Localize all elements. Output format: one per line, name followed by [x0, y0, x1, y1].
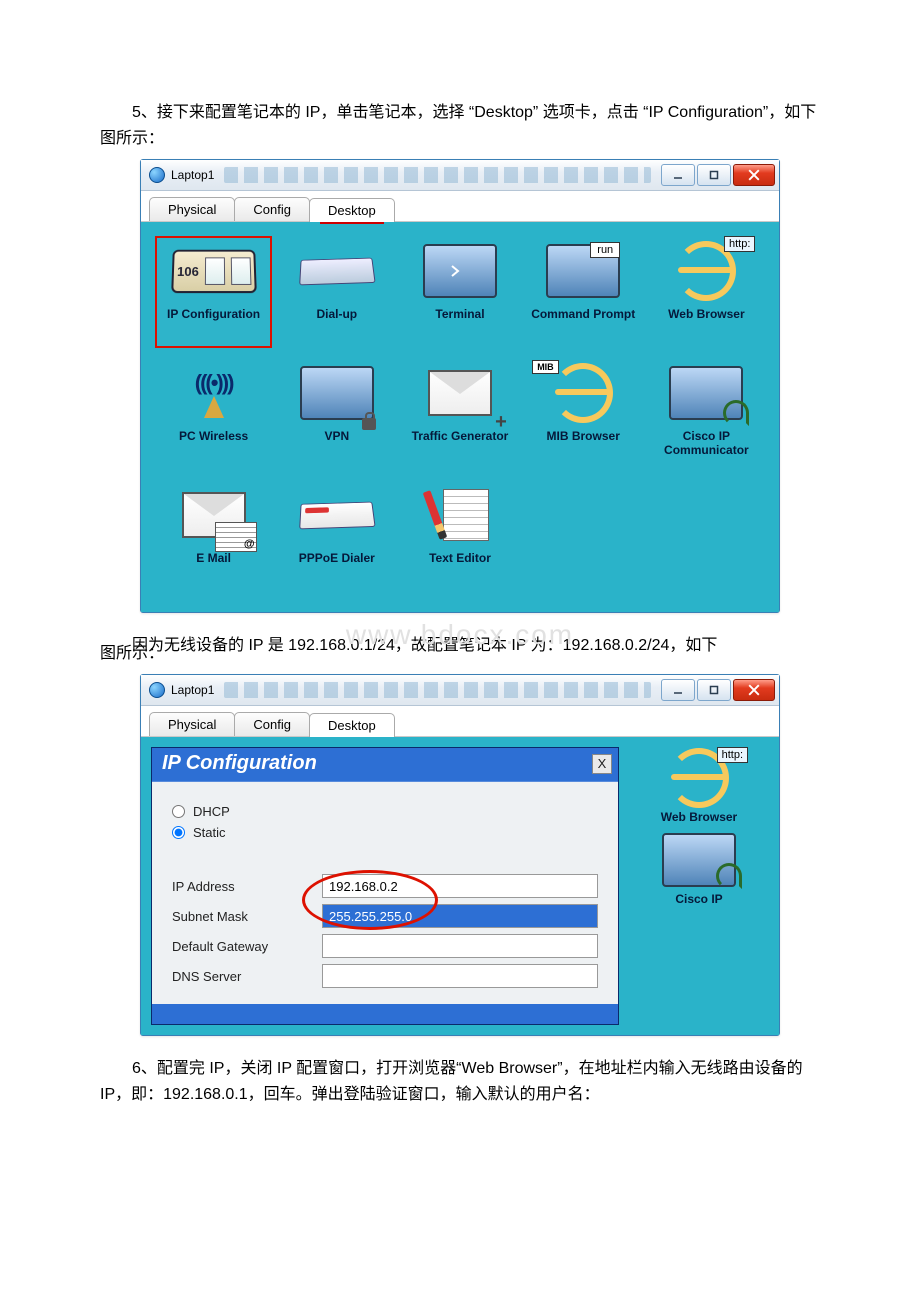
- tab-desktop[interactable]: Desktop: [309, 198, 395, 222]
- app-terminal[interactable]: Terminal: [401, 236, 518, 348]
- http-label: http:: [717, 747, 748, 763]
- tab-bar: Physical Config Desktop: [141, 706, 779, 737]
- tab-desktop[interactable]: Desktop: [309, 713, 395, 737]
- close-button[interactable]: [733, 679, 775, 701]
- wireless-icon: (((•))): [169, 358, 259, 428]
- http-label: http:: [724, 236, 755, 252]
- paragraph-6: 6、配置完 IP，关闭 IP 配置窗口，打开浏览器“Web Browser”，在…: [100, 1056, 820, 1107]
- app-label: Cisco IP: [675, 893, 722, 907]
- mib-browser-icon: MIB: [538, 358, 628, 428]
- web-browser-icon: http:: [661, 236, 751, 306]
- minimize-button[interactable]: [661, 164, 695, 186]
- paragraph-5: 5、接下来配置笔记本的 IP，单击笔记本，选择 “Desktop” 选项卡，点击…: [100, 100, 820, 151]
- modem-icon: [292, 236, 382, 306]
- dns-server-label: DNS Server: [172, 969, 322, 984]
- app-label: IP Configuration: [167, 308, 260, 322]
- ip-address-label: IP Address: [172, 879, 322, 894]
- terminal-icon: [415, 236, 505, 306]
- minimize-button[interactable]: [661, 679, 695, 701]
- window-title: Laptop1: [171, 168, 214, 182]
- email-icon: @: [169, 480, 259, 550]
- static-radio[interactable]: [172, 826, 185, 839]
- app-label: MIB Browser: [547, 430, 620, 444]
- ip-configuration-icon: 106: [169, 236, 259, 306]
- run-label: run: [590, 242, 620, 258]
- paragraph-ip-note-a: 因为无线设备的 IP 是 192.168.0.1/24，故配置笔记本 IP 为：…: [100, 633, 820, 659]
- subnet-mask-input[interactable]: [322, 904, 598, 928]
- mib-tag: MIB: [532, 360, 559, 374]
- app-cisco-ip-communicator[interactable]: Cisco IP Communicator: [648, 358, 765, 470]
- app-pppoe-dialer[interactable]: PPPoE Dialer: [278, 480, 395, 592]
- subnet-mask-label: Subnet Mask: [172, 909, 322, 924]
- ip-address-input[interactable]: [322, 874, 598, 898]
- dhcp-radio[interactable]: [172, 805, 185, 818]
- app-traffic-generator[interactable]: + Traffic Generator: [401, 358, 518, 470]
- tab-config[interactable]: Config: [234, 712, 310, 736]
- app-web-browser[interactable]: http: Web Browser: [648, 236, 765, 348]
- app-label: Web Browser: [668, 308, 744, 322]
- app-dial-up[interactable]: Dial-up: [278, 236, 395, 348]
- cisco-ip-communicator-icon: [654, 829, 744, 891]
- app-mib-browser[interactable]: MIB MIB Browser: [525, 358, 642, 470]
- side-tiles: http: Web Browser Cisco IP: [629, 747, 769, 1025]
- default-gateway-label: Default Gateway: [172, 939, 322, 954]
- app-ip-configuration[interactable]: 106 IP Configuration: [155, 236, 272, 348]
- laptop1-window-desktop: Laptop1 Physical Config Desktop 106 IP C…: [140, 159, 780, 613]
- app-vpn[interactable]: VPN: [278, 358, 395, 470]
- app-label: Web Browser: [661, 811, 737, 825]
- ip-configuration-panel: IP Configuration X DHCP Static IP Addres…: [151, 747, 619, 1025]
- ipconf-digits: 106: [176, 264, 198, 279]
- laptop1-window-ipconfig: Laptop1 Physical Config Desktop IP Confi…: [140, 674, 780, 1036]
- web-browser-icon: http:: [654, 747, 744, 809]
- tab-physical[interactable]: Physical: [149, 712, 235, 736]
- vpn-icon: [292, 358, 382, 428]
- app-label: Terminal: [435, 308, 484, 322]
- text-editor-icon: [415, 480, 505, 550]
- default-gateway-input[interactable]: [322, 934, 598, 958]
- dns-server-input[interactable]: [322, 964, 598, 988]
- desktop-content: IP Configuration X DHCP Static IP Addres…: [141, 737, 779, 1035]
- app-command-prompt[interactable]: run Command Prompt: [525, 236, 642, 348]
- app-label: Dial-up: [316, 308, 357, 322]
- app-icon: [149, 682, 165, 698]
- desktop-apps-grid: 106 IP Configuration Dial-up Terminal ru…: [141, 222, 779, 612]
- app-label: Traffic Generator: [412, 430, 509, 444]
- app-label: PC Wireless: [179, 430, 248, 444]
- traffic-generator-icon: +: [415, 358, 505, 428]
- cisco-ip-communicator-icon: [661, 358, 751, 428]
- pppoe-dialer-icon: [292, 480, 382, 550]
- app-email[interactable]: @ E Mail: [155, 480, 272, 592]
- titlebar-glass: [224, 682, 651, 698]
- app-web-browser[interactable]: http: Web Browser: [654, 747, 744, 825]
- close-button[interactable]: [733, 164, 775, 186]
- static-label: Static: [193, 825, 226, 840]
- panel-title: IP Configuration: [162, 752, 317, 775]
- maximize-button[interactable]: [697, 679, 731, 701]
- app-text-editor[interactable]: Text Editor: [401, 480, 518, 592]
- tab-bar: Physical Config Desktop: [141, 191, 779, 222]
- app-label: PPPoE Dialer: [299, 552, 375, 566]
- titlebar: Laptop1: [141, 675, 779, 706]
- panel-close-button[interactable]: X: [592, 754, 612, 774]
- titlebar-glass: [224, 167, 651, 183]
- app-label: Cisco IP Communicator: [648, 430, 765, 458]
- app-label: Text Editor: [429, 552, 491, 566]
- app-label: E Mail: [196, 552, 231, 566]
- dhcp-label: DHCP: [193, 804, 230, 819]
- app-cisco-ip-communicator[interactable]: Cisco IP: [654, 829, 744, 907]
- app-label: VPN: [324, 430, 349, 444]
- window-title: Laptop1: [171, 683, 214, 697]
- command-prompt-icon: run: [538, 236, 628, 306]
- tab-physical[interactable]: Physical: [149, 197, 235, 221]
- titlebar: Laptop1: [141, 160, 779, 191]
- maximize-button[interactable]: [697, 164, 731, 186]
- app-pc-wireless[interactable]: (((•))) PC Wireless: [155, 358, 272, 470]
- app-icon: [149, 167, 165, 183]
- tab-config[interactable]: Config: [234, 197, 310, 221]
- app-label: Command Prompt: [531, 308, 635, 322]
